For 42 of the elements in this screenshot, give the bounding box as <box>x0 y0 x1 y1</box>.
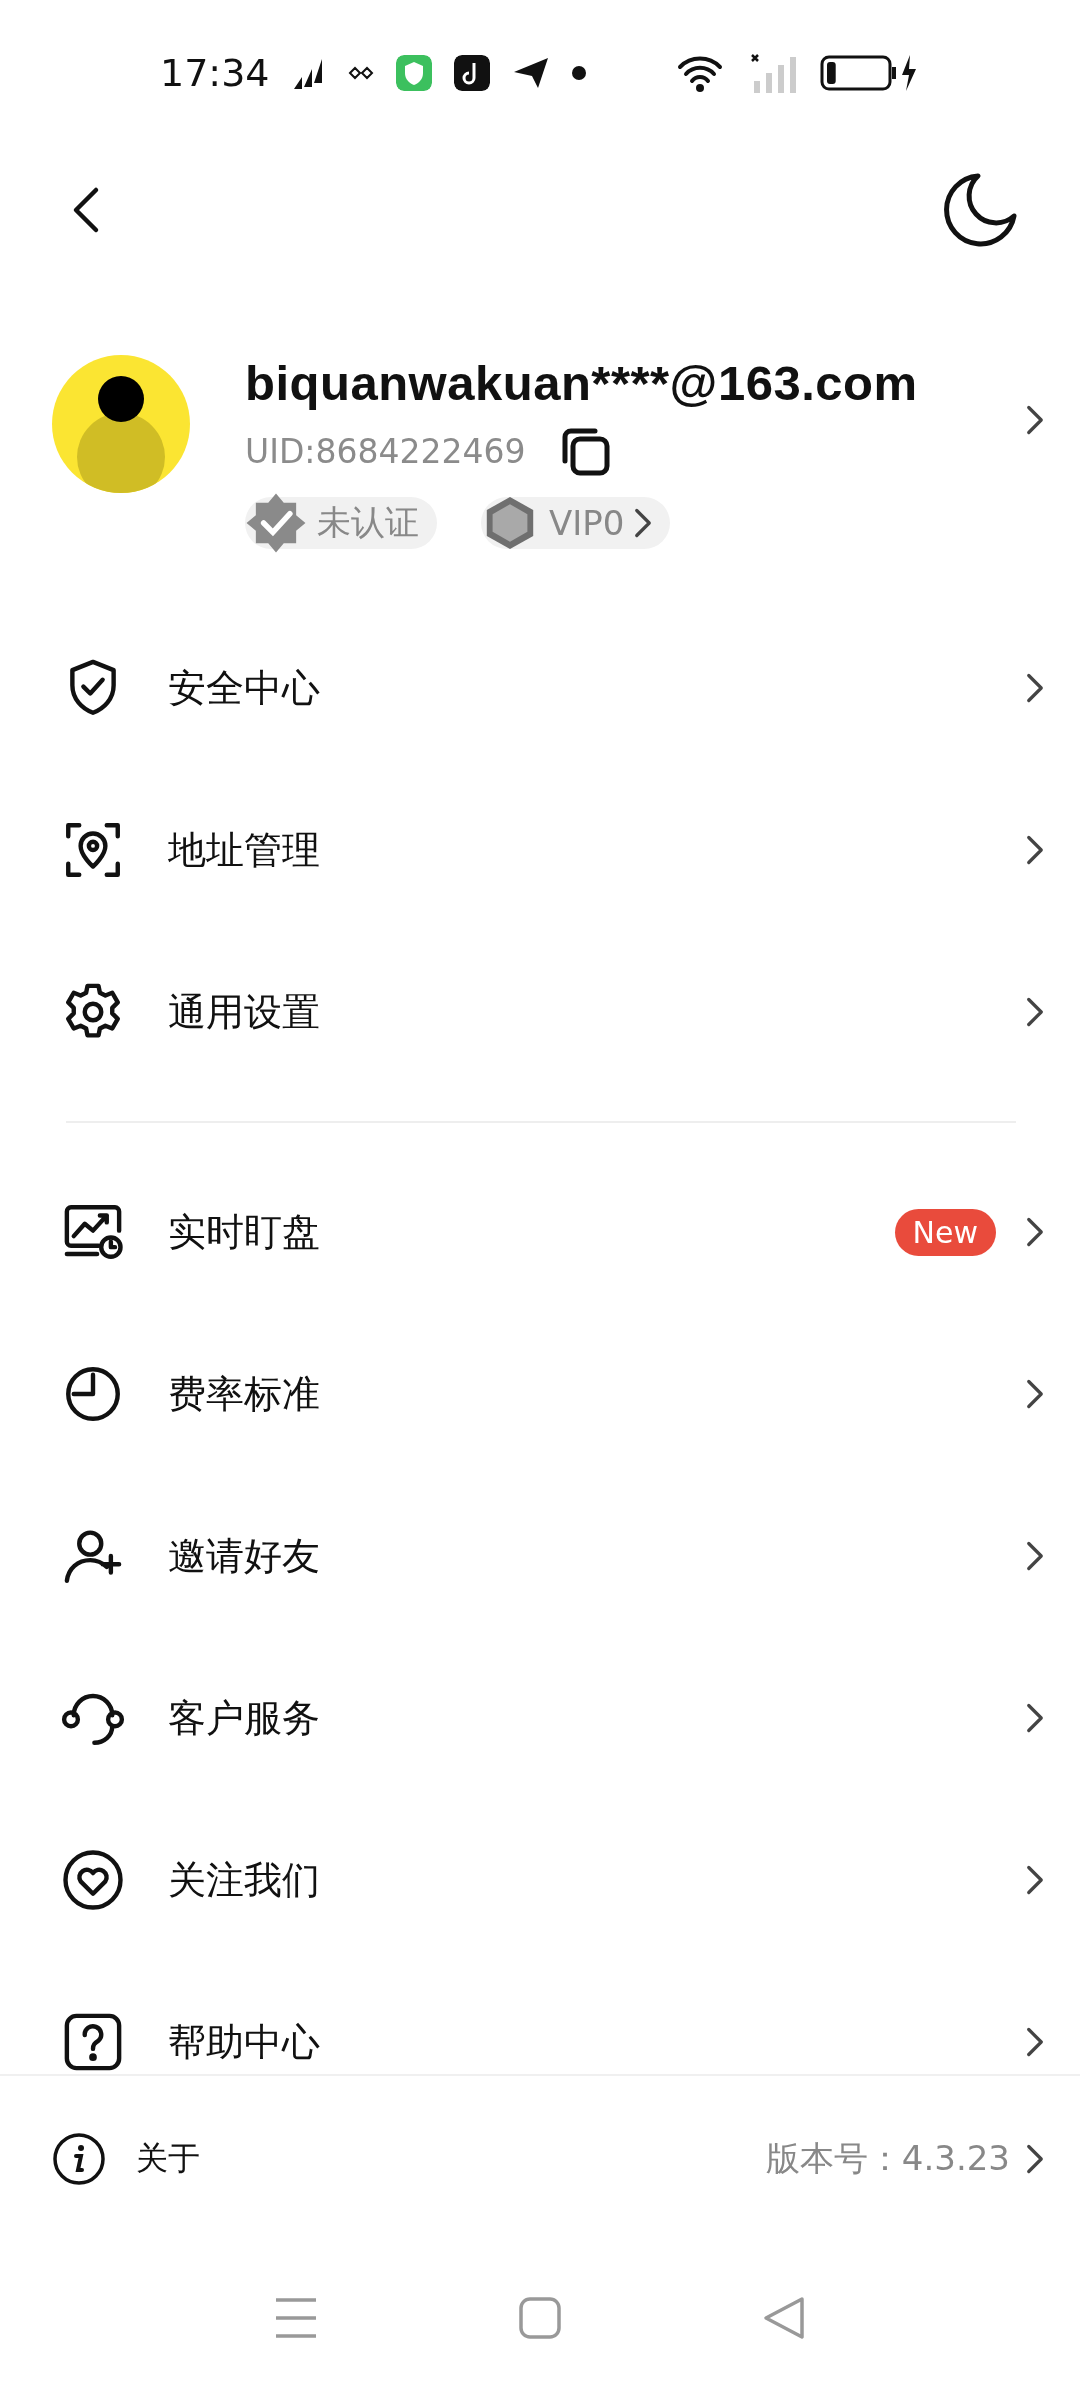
chevron-icon <box>1026 2027 1044 2057</box>
chevron-icon <box>1026 1217 1044 1247</box>
account-email: biquanwakuan****@163.com <box>245 355 919 411</box>
menu-label: 实时盯盘 <box>168 1208 321 1256</box>
menu-icon[interactable] <box>274 2296 318 2340</box>
notification-dot-icon <box>571 65 586 80</box>
chevron-icon <box>1026 1379 1044 1409</box>
back-nav-icon[interactable] <box>762 2296 806 2340</box>
no-signal-icon <box>748 52 798 93</box>
music-app-icon <box>453 54 490 91</box>
avatar[interactable] <box>52 355 190 493</box>
chevron-icon <box>1026 835 1044 865</box>
menu-label: 客户服务 <box>168 1694 321 1742</box>
chevron-icon <box>1026 2143 1044 2174</box>
menu-label: 地址管理 <box>168 826 321 874</box>
dark-mode-moon-icon[interactable] <box>942 172 1018 248</box>
status-time: 17:34 <box>160 50 270 95</box>
vip-level-badge[interactable]: VIP0 <box>481 497 671 549</box>
menu-label: 安全中心 <box>168 664 321 712</box>
chevron-icon <box>1026 405 1044 435</box>
link-icon <box>347 64 374 81</box>
menu-label: 通用设置 <box>168 988 321 1036</box>
chevron-icon <box>1026 1541 1044 1571</box>
menu-label: 费率标准 <box>168 1370 321 1418</box>
user-id: UID:8684222469 <box>245 431 526 471</box>
version-text: 版本号：4.3.23 <box>765 2136 1010 2180</box>
about-label: 关于 <box>136 2137 201 2179</box>
chevron-icon <box>1026 673 1044 703</box>
info-icon <box>52 2131 106 2186</box>
shield-app-icon <box>395 54 432 91</box>
menu-label: 邀请好友 <box>168 1532 321 1580</box>
back-icon[interactable] <box>72 186 100 234</box>
menu-label: 帮助中心 <box>168 2018 321 2066</box>
menu-label: 关注我们 <box>168 1856 321 1904</box>
chevron-icon <box>634 508 653 538</box>
chevron-icon <box>1026 1703 1044 1733</box>
chevron-icon <box>1026 997 1044 1027</box>
new-badge: New <box>894 1208 996 1256</box>
home-icon[interactable] <box>518 2296 562 2340</box>
about-row[interactable]: 关于 版本号：4.3.23 <box>0 2074 1080 2241</box>
verified-check-icon <box>245 492 307 554</box>
chevron-icon <box>1026 1865 1044 1895</box>
